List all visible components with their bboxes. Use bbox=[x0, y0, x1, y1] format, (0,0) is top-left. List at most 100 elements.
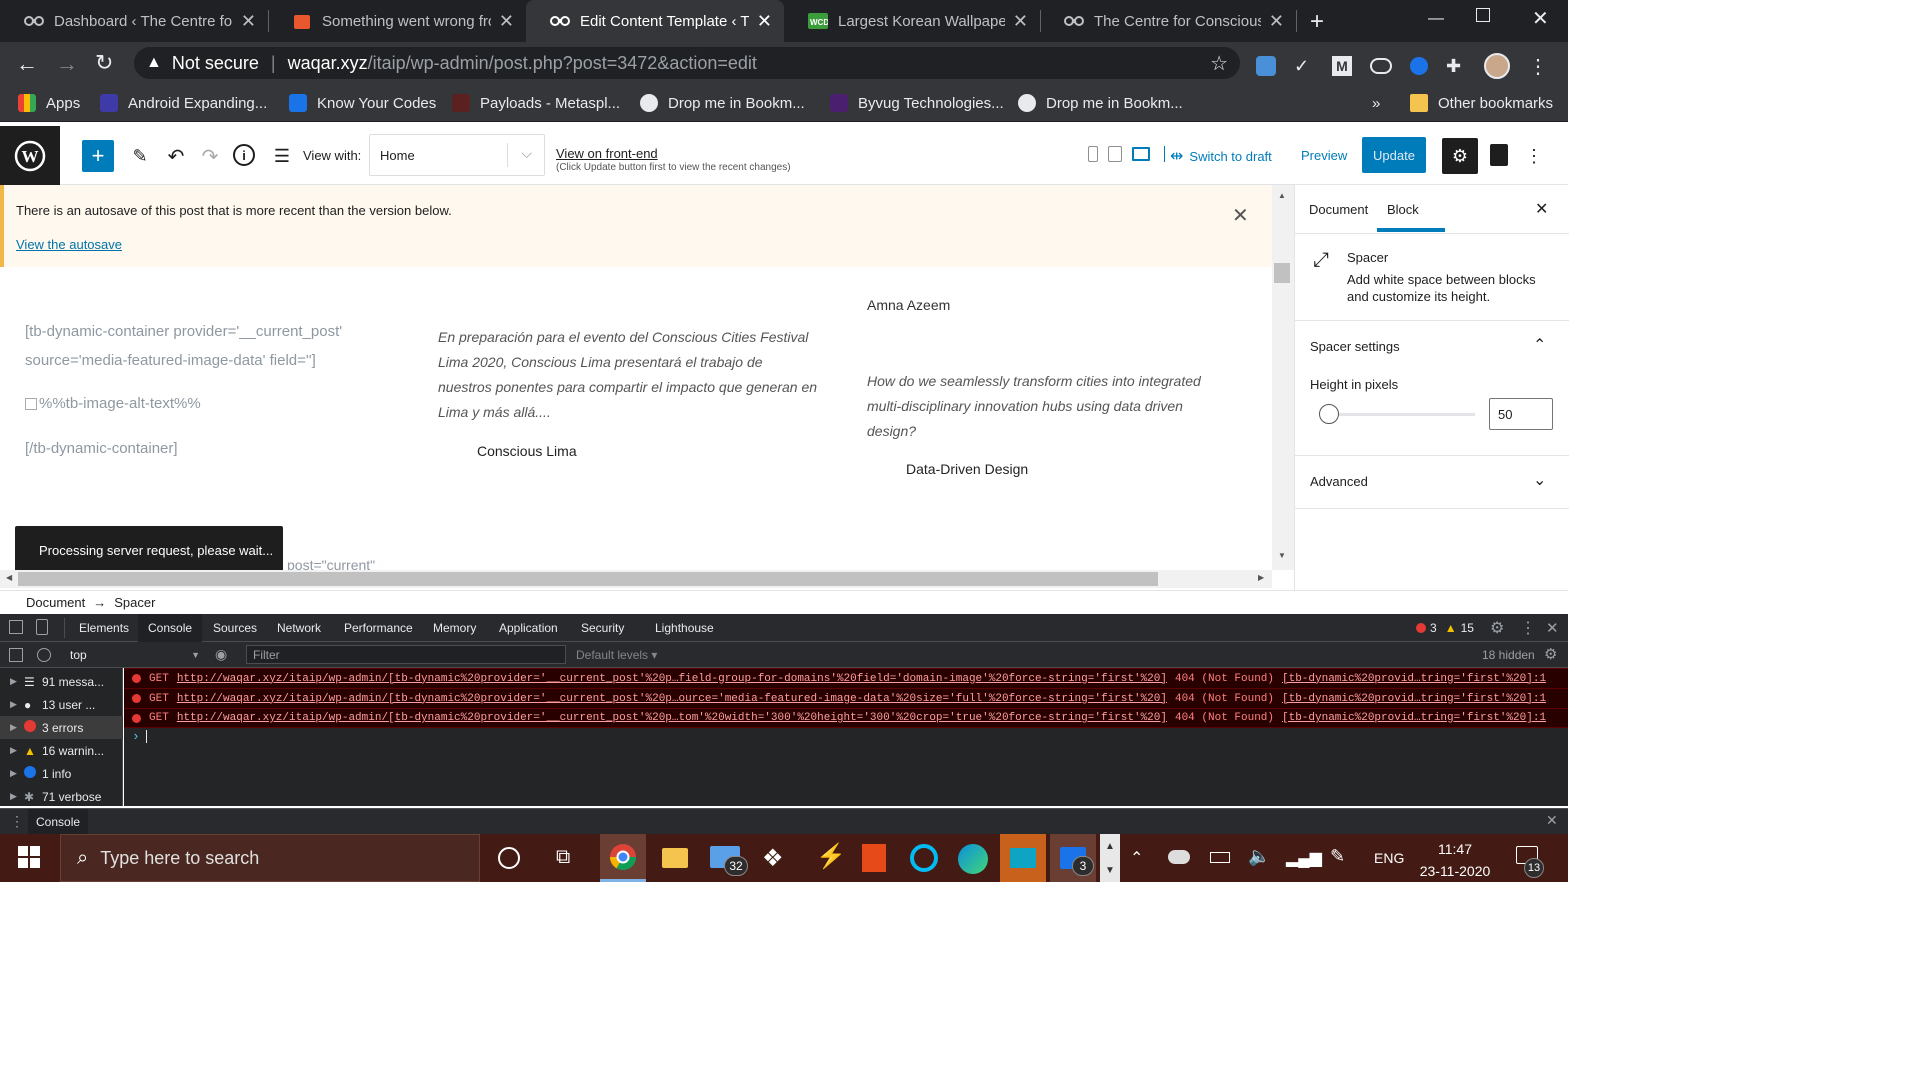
close-window-button[interactable]: ✕ bbox=[1532, 6, 1549, 31]
language-indicator[interactable]: ENG bbox=[1374, 850, 1404, 866]
chrome-taskbar-icon[interactable] bbox=[600, 834, 646, 882]
wifi-icon[interactable]: ▂▄▆ bbox=[1286, 848, 1322, 868]
other-bookmarks[interactable]: Other bookmarks bbox=[1410, 84, 1553, 122]
scroll-left-arrow[interactable]: ◀ bbox=[6, 573, 12, 582]
extension-icon[interactable]: ✓ bbox=[1294, 56, 1314, 76]
bookmark-item[interactable]: Drop me in Bookm... bbox=[640, 84, 805, 122]
devtools-tab-application[interactable]: Application bbox=[499, 614, 558, 642]
mobile-icon[interactable] bbox=[1088, 146, 1098, 162]
advanced-toggle[interactable]: Advanced bbox=[1310, 474, 1368, 489]
extension-icon[interactable] bbox=[1256, 56, 1276, 76]
wordpress-logo-icon[interactable]: W bbox=[0, 126, 60, 185]
restore-button[interactable] bbox=[1476, 8, 1490, 22]
devtools-tab-security[interactable]: Security bbox=[581, 614, 624, 642]
scroll-thumb[interactable] bbox=[1274, 263, 1290, 283]
error-url-link[interactable]: http://waqar.xyz/itaip/wp-admin/[tb-dyna… bbox=[177, 673, 1167, 685]
add-block-button[interactable]: + bbox=[82, 140, 114, 172]
bookmark-item[interactable]: Android Expanding... bbox=[100, 84, 267, 122]
battery-icon[interactable] bbox=[1210, 852, 1230, 863]
error-source-link[interactable]: [tb-dynamic%20provid…tring='first'%20]:1 bbox=[1282, 673, 1546, 685]
puzzle-icon[interactable]: ✚ bbox=[1446, 56, 1466, 76]
scroll-up-arrow[interactable]: ▲ bbox=[1278, 191, 1286, 200]
chevron-up-icon[interactable]: ⌃ bbox=[1533, 335, 1546, 355]
devtools-settings-icon[interactable]: ⚙ bbox=[1490, 614, 1504, 642]
sidebar-toggle-icon[interactable] bbox=[9, 648, 23, 662]
devtools-tab-console[interactable]: Console bbox=[138, 614, 203, 642]
eye-icon[interactable]: ◉ bbox=[215, 646, 227, 663]
extension-icon[interactable] bbox=[1370, 58, 1392, 74]
error-url-link[interactable]: http://waqar.xyz/itaip/wp-admin/[tb-dyna… bbox=[177, 693, 1167, 705]
address-bar[interactable]: ▲ Not secure | waqar.xyz /itaip/wp-admin… bbox=[134, 47, 1240, 79]
cortana-app-icon[interactable] bbox=[910, 844, 938, 872]
pen-icon[interactable]: ✎ bbox=[1330, 846, 1345, 867]
breadcrumb-document[interactable]: Document bbox=[26, 595, 85, 610]
taskbar-search[interactable]: ⌕ Type here to search bbox=[60, 834, 480, 882]
browser-tab[interactable]: Dashboard ‹ The Centre for ✕ bbox=[0, 0, 268, 42]
browser-tab[interactable]: WCD Largest Korean Wallpaper & ✕ bbox=[784, 0, 1040, 42]
sidebar-messages[interactable]: ▶ ☰ 91 messa... bbox=[0, 670, 123, 693]
console-prompt[interactable]: › bbox=[132, 729, 147, 744]
vertical-scrollbar[interactable]: ▲ ▼ bbox=[1272, 185, 1294, 570]
chevron-down-icon[interactable]: ⌄ bbox=[1533, 470, 1546, 490]
scroll-thumb[interactable] bbox=[18, 572, 1158, 586]
error-url-link[interactable]: http://waqar.xyz/itaip/wp-admin/[tb-dyna… bbox=[177, 712, 1167, 724]
inspect-element-icon[interactable] bbox=[9, 620, 23, 634]
dropbox-icon[interactable]: ❖ bbox=[762, 844, 784, 873]
view-autosave-link[interactable]: View the autosave bbox=[16, 237, 122, 252]
scroll-right-arrow[interactable]: ▶ bbox=[1258, 573, 1264, 582]
undo-icon[interactable]: ↶ bbox=[162, 142, 190, 170]
clock[interactable]: 11:47 23-11-2020 bbox=[1410, 838, 1500, 882]
bookmark-item[interactable]: Drop me in Bookm... bbox=[1018, 84, 1183, 122]
toolset-icon[interactable] bbox=[1490, 144, 1508, 166]
device-toolbar-icon[interactable] bbox=[36, 619, 48, 635]
drawer-menu-icon[interactable]: ⋮ bbox=[10, 813, 24, 830]
lightning-app-icon[interactable]: ⚡ bbox=[816, 842, 846, 871]
outline-list-icon[interactable]: ☰ bbox=[268, 142, 296, 170]
devtools-tab-performance[interactable]: Performance bbox=[344, 614, 413, 642]
extension-icon[interactable]: M bbox=[1332, 56, 1352, 76]
preview-button[interactable]: Preview bbox=[1301, 148, 1347, 163]
update-button[interactable]: Update bbox=[1362, 137, 1426, 173]
devtools-close-icon[interactable]: ✕ bbox=[1546, 614, 1559, 642]
star-icon[interactable]: ☆ bbox=[1210, 51, 1228, 76]
extension-icon[interactable] bbox=[1410, 57, 1428, 75]
browser-tab[interactable]: The Centre for Conscious D ✕ bbox=[1040, 0, 1296, 42]
desktop-icon[interactable] bbox=[1132, 147, 1150, 161]
switch-to-draft-button[interactable]: ⇹ Switch to draft bbox=[1170, 146, 1272, 166]
scroll-down-arrow[interactable]: ▼ bbox=[1278, 551, 1286, 560]
office-icon[interactable] bbox=[862, 844, 886, 872]
spacer-settings-toggle[interactable]: Spacer settings bbox=[1310, 339, 1400, 354]
close-icon[interactable]: ✕ bbox=[499, 11, 514, 32]
clear-console-icon[interactable] bbox=[37, 648, 51, 662]
task-view-icon[interactable]: ⧉ bbox=[556, 846, 570, 869]
bookmark-item[interactable]: Byvug Technologies... bbox=[830, 84, 1004, 122]
drawer-tab-console[interactable]: Console bbox=[28, 809, 89, 834]
kebab-menu-icon[interactable]: ⋮ bbox=[1528, 54, 1548, 79]
error-source-link[interactable]: [tb-dynamic%20provid…tring='first'%20]:1 bbox=[1282, 712, 1546, 724]
console-error-row[interactable]: GET http://waqar.xyz/itaip/wp-admin/[tb-… bbox=[124, 708, 1568, 728]
windows-start-icon[interactable] bbox=[18, 846, 40, 868]
devtools-tab-sources[interactable]: Sources bbox=[213, 614, 257, 642]
redo-icon[interactable]: ↷ bbox=[196, 142, 224, 170]
new-tab-button[interactable]: + bbox=[1310, 8, 1324, 36]
cortana-icon[interactable] bbox=[498, 847, 520, 869]
bookmark-apps[interactable]: Apps bbox=[18, 84, 80, 122]
console-error-row[interactable]: GET http://waqar.xyz/itaip/wp-admin/[tb-… bbox=[124, 668, 1568, 688]
edit-pencil-icon[interactable]: ✎ bbox=[126, 142, 154, 170]
reload-button[interactable]: ↻ bbox=[95, 50, 113, 76]
sidebar-warnings[interactable]: ▶ ▲ 16 warnin... bbox=[0, 739, 123, 762]
warning-icon[interactable]: ▲ bbox=[146, 54, 162, 72]
file-explorer-icon[interactable] bbox=[662, 848, 688, 868]
devtools-tab-elements[interactable]: Elements bbox=[79, 614, 129, 642]
volume-icon[interactable]: 🔈 bbox=[1248, 846, 1270, 867]
sidebar-user-messages[interactable]: ▶ ● 13 user ... bbox=[0, 693, 123, 716]
sidebar-verbose[interactable]: ▶ ✱ 71 verbose bbox=[0, 785, 123, 808]
close-icon[interactable]: ✕ bbox=[241, 11, 256, 32]
breadcrumb-spacer[interactable]: Spacer bbox=[114, 595, 155, 610]
avatar[interactable] bbox=[1484, 53, 1510, 79]
height-input[interactable]: 50 bbox=[1489, 398, 1553, 430]
tablet-icon[interactable] bbox=[1108, 146, 1122, 162]
devtools-menu-icon[interactable]: ⋮ bbox=[1520, 614, 1536, 642]
taskbar-scroll[interactable]: ▲ ▼ bbox=[1100, 834, 1120, 882]
context-selector[interactable]: top ▼ bbox=[64, 646, 200, 664]
